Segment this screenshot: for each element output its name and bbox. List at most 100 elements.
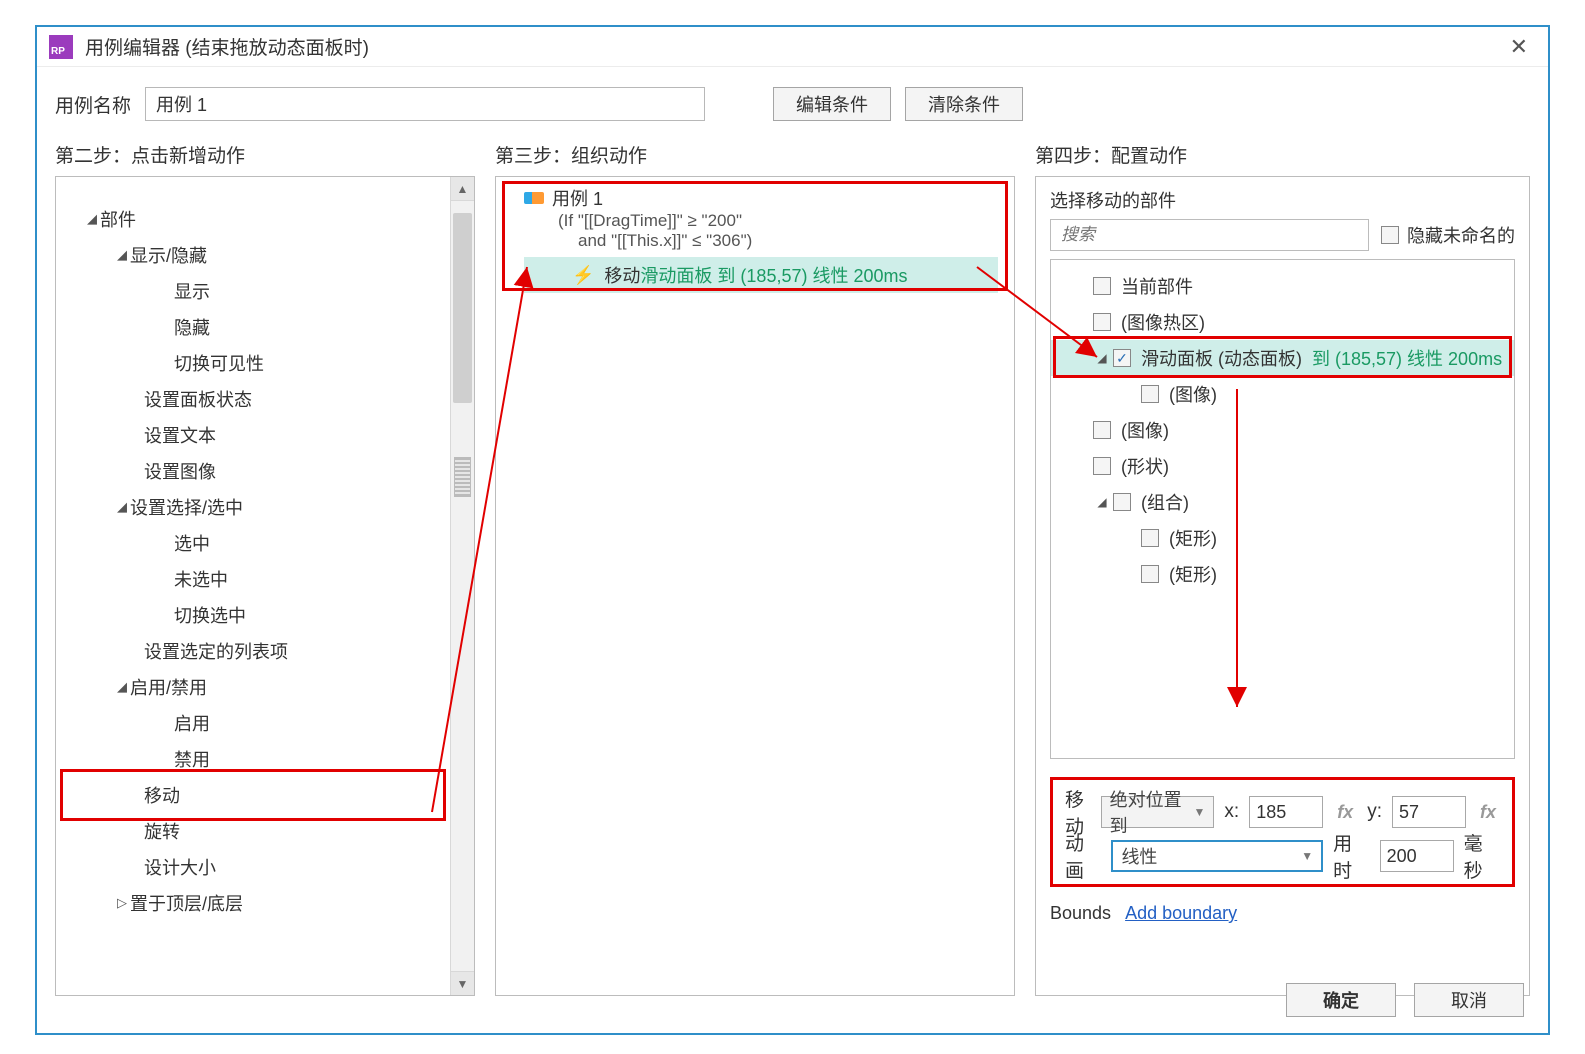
widget-tree-item[interactable]: (图像)	[1051, 412, 1514, 448]
action-tree-item[interactable]: ▷置于顶层/底层	[56, 885, 474, 921]
widget-checkbox[interactable]	[1093, 313, 1111, 331]
action-tree-item[interactable]: 启用	[56, 705, 474, 741]
widget-search-input[interactable]	[1050, 219, 1369, 251]
caret-down-icon: ◢	[1095, 495, 1109, 509]
case-name-label: 用例名称	[55, 91, 131, 118]
ok-button[interactable]: 确定	[1286, 983, 1396, 1017]
widget-tree-item[interactable]: ◢滑动面板 (动态面板) 到 (185,57) 线性 200ms	[1051, 340, 1514, 376]
close-icon[interactable]: ✕	[1502, 30, 1536, 64]
action-tree-item[interactable]: 设置图像	[56, 453, 474, 489]
widget-tree-item[interactable]: (图像热区)	[1051, 304, 1514, 340]
action-tree-item[interactable]: 切换选中	[56, 597, 474, 633]
widget-checkbox[interactable]	[1141, 565, 1159, 583]
widget-tree-item[interactable]: 当前部件	[1051, 268, 1514, 304]
case-editor-dialog: RP 用例编辑器 (结束拖放动态面板时) ✕ 用例名称 编辑条件 清除条件 第二…	[35, 25, 1550, 1035]
select-widgets-label: 选择移动的部件	[1036, 177, 1529, 219]
organize-panel: 用例 1 (If "[[DragTime]]" ≥ "200" and "[[T…	[495, 176, 1015, 996]
case-condition-line-1: (If "[[DragTime]]" ≥ "200"	[558, 211, 998, 231]
hide-unnamed-checkbox[interactable]	[1381, 226, 1399, 244]
y-input[interactable]	[1392, 796, 1466, 828]
cancel-button[interactable]: 取消	[1414, 983, 1524, 1017]
case-block[interactable]: 用例 1 (If "[[DragTime]]" ≥ "200" and "[[T…	[496, 177, 1014, 299]
scroll-grip-icon[interactable]	[454, 457, 471, 497]
x-label: x:	[1224, 801, 1239, 823]
action-tree-item[interactable]: 隐藏	[56, 309, 474, 345]
action-tree-item[interactable]: 设置面板状态	[56, 381, 474, 417]
chevron-down-icon: ▼	[1194, 805, 1206, 819]
step4-column: 第四步：配置动作 选择移动的部件 隐藏未命名的 当前部件(图像热区)◢滑动面板 …	[1035, 131, 1530, 996]
widget-checkbox[interactable]	[1093, 457, 1111, 475]
duration-label: 用时	[1333, 829, 1369, 883]
edit-condition-button[interactable]: 编辑条件	[773, 87, 891, 121]
bolt-icon: ⚡	[572, 265, 594, 286]
action-tree-item[interactable]: ◢部件	[56, 201, 474, 237]
x-input[interactable]	[1249, 796, 1323, 828]
action-tree-item[interactable]: 移动	[56, 777, 474, 813]
action-tree-item[interactable]: 未选中	[56, 561, 474, 597]
action-tree-item[interactable]: 设计大小	[56, 849, 474, 885]
add-boundary-link[interactable]: Add boundary	[1125, 903, 1237, 923]
action-tree-item[interactable]: ◢设置选择/选中	[56, 489, 474, 525]
action-tree-item[interactable]: 显示	[56, 273, 474, 309]
move-type-dropdown[interactable]: 绝对位置到▼	[1101, 796, 1215, 828]
y-label: y:	[1367, 801, 1382, 823]
widget-tree-item[interactable]: (形状)	[1051, 448, 1514, 484]
caret-down-icon: ◢	[114, 499, 130, 515]
action-tree-item[interactable]: 设置选定的列表项	[56, 633, 474, 669]
widgets-tree: 当前部件(图像热区)◢滑动面板 (动态面板) 到 (185,57) 线性 200…	[1050, 259, 1515, 759]
duration-input[interactable]	[1380, 840, 1454, 872]
case-icon	[524, 192, 544, 204]
step3-column: 第三步：组织动作 用例 1 (If "[[DragTime]]" ≥ "200"…	[495, 131, 1015, 996]
caret-down-icon: ◢	[114, 247, 130, 263]
titlebar: RP 用例编辑器 (结束拖放动态面板时) ✕	[37, 27, 1548, 67]
step2-header: 第二步：点击新增动作	[55, 141, 475, 168]
caret-right-icon: ▷	[114, 895, 130, 911]
caret-down-icon: ◢	[84, 211, 100, 227]
action-tree-item[interactable]	[56, 183, 474, 201]
step4-header: 第四步：配置动作	[1035, 141, 1530, 168]
step3-header: 第三步：组织动作	[495, 141, 1015, 168]
widget-checkbox[interactable]	[1113, 349, 1131, 367]
case-name-input[interactable]	[145, 87, 705, 121]
dialog-title: 用例编辑器 (结束拖放动态面板时)	[85, 33, 1502, 60]
bounds-label: Bounds	[1050, 903, 1111, 923]
caret-down-icon: ◢	[114, 679, 130, 695]
widget-tree-item[interactable]: (矩形)	[1051, 520, 1514, 556]
scroll-thumb[interactable]	[453, 213, 472, 403]
scroll-down-icon[interactable]: ▼	[451, 971, 474, 995]
widget-checkbox[interactable]	[1093, 277, 1111, 295]
widget-checkbox[interactable]	[1141, 385, 1159, 403]
caret-down-icon: ◢	[1095, 351, 1109, 365]
anim-label: 动画	[1065, 829, 1101, 883]
clear-condition-button[interactable]: 清除条件	[905, 87, 1023, 121]
action-prefix: 移动	[604, 262, 640, 288]
widget-checkbox[interactable]	[1093, 421, 1111, 439]
actions-panel: ◢部件◢显示/隐藏显示隐藏切换可见性设置面板状态设置文本设置图像◢设置选择/选中…	[55, 176, 475, 996]
configure-panel: 选择移动的部件 隐藏未命名的 当前部件(图像热区)◢滑动面板 (动态面板) 到 …	[1035, 176, 1530, 996]
chevron-down-icon: ▼	[1301, 849, 1313, 863]
case-name-row: 用例名称 编辑条件 清除条件	[37, 67, 1548, 131]
case-action-row[interactable]: ⚡ 移动 滑动面板 到 (185,57) 线性 200ms	[524, 257, 998, 293]
animation-dropdown[interactable]: 线性▼	[1111, 840, 1323, 872]
widget-checkbox[interactable]	[1113, 493, 1131, 511]
step2-column: 第二步：点击新增动作 ◢部件◢显示/隐藏显示隐藏切换可见性设置面板状态设置文本设…	[55, 131, 475, 996]
action-tree-item[interactable]: ◢启用/禁用	[56, 669, 474, 705]
fx-icon-y[interactable]: fx	[1476, 802, 1500, 823]
case-condition-line-2: and "[[This.x]]" ≤ "306")	[578, 231, 998, 251]
hide-unnamed-label: 隐藏未命名的	[1407, 222, 1515, 248]
widget-checkbox[interactable]	[1141, 529, 1159, 547]
action-tree-item[interactable]: 选中	[56, 525, 474, 561]
scroll-up-icon[interactable]: ▲	[451, 177, 474, 201]
fx-icon-x[interactable]: fx	[1333, 802, 1357, 823]
action-tree-item[interactable]: 切换可见性	[56, 345, 474, 381]
widget-tree-item[interactable]: ◢(组合)	[1051, 484, 1514, 520]
action-tree-item[interactable]: 旋转	[56, 813, 474, 849]
widget-tree-item[interactable]: (矩形)	[1051, 556, 1514, 592]
widget-tree-item[interactable]: (图像)	[1051, 376, 1514, 412]
action-tree-item[interactable]: ◢显示/隐藏	[56, 237, 474, 273]
action-tree-item[interactable]: 设置文本	[56, 417, 474, 453]
action-tree-item[interactable]: 禁用	[56, 741, 474, 777]
hide-unnamed-toggle[interactable]: 隐藏未命名的	[1381, 222, 1515, 248]
action-green-text: 滑动面板 到 (185,57) 线性 200ms	[640, 262, 907, 288]
step2-scrollbar[interactable]: ▲ ▼	[450, 177, 474, 995]
